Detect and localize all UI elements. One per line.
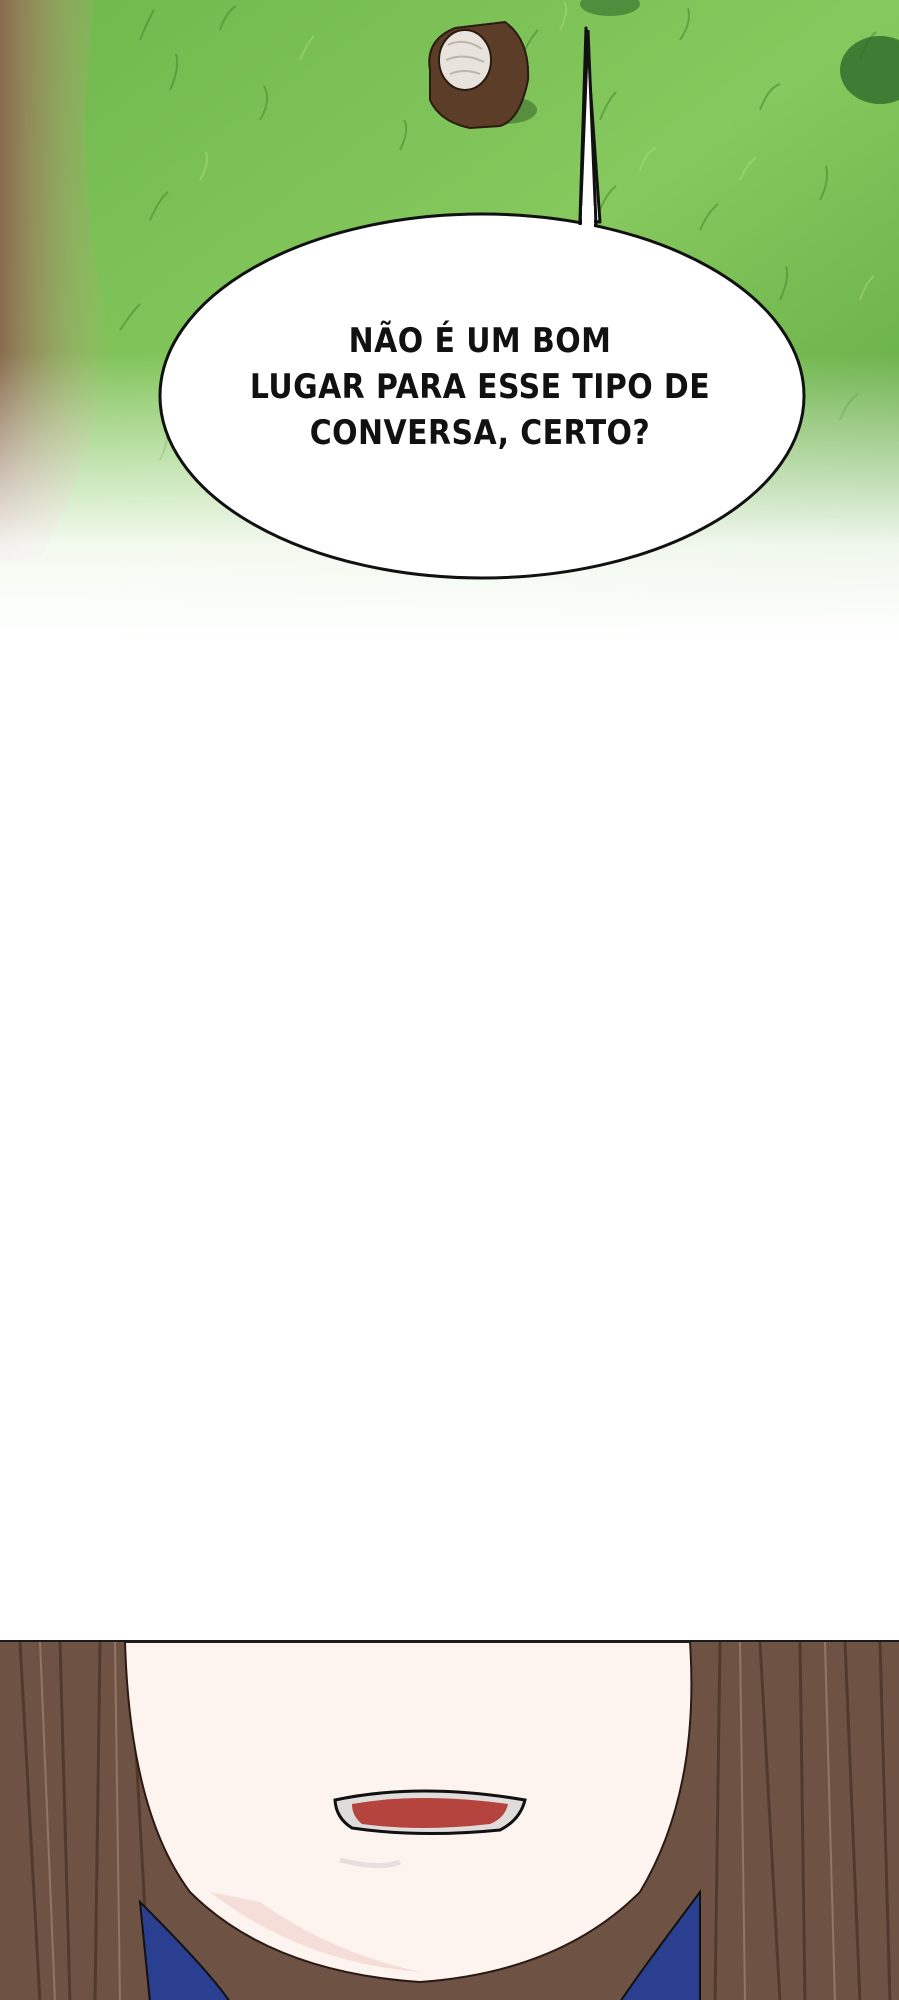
speech-bubble-text: NÃO É UM BOM LUGAR PARA ESSE TIPO DE CON…	[249, 321, 711, 453]
face-closeup-art	[0, 1642, 899, 2000]
webtoon-page: NÃO É UM BOM LUGAR PARA ESSE TIPO DE CON…	[0, 0, 899, 2000]
open-mouth	[333, 1789, 527, 1836]
grass-scene-panel: NÃO É UM BOM LUGAR PARA ESSE TIPO DE CON…	[0, 0, 899, 640]
face-closeup-panel	[0, 1640, 899, 2000]
